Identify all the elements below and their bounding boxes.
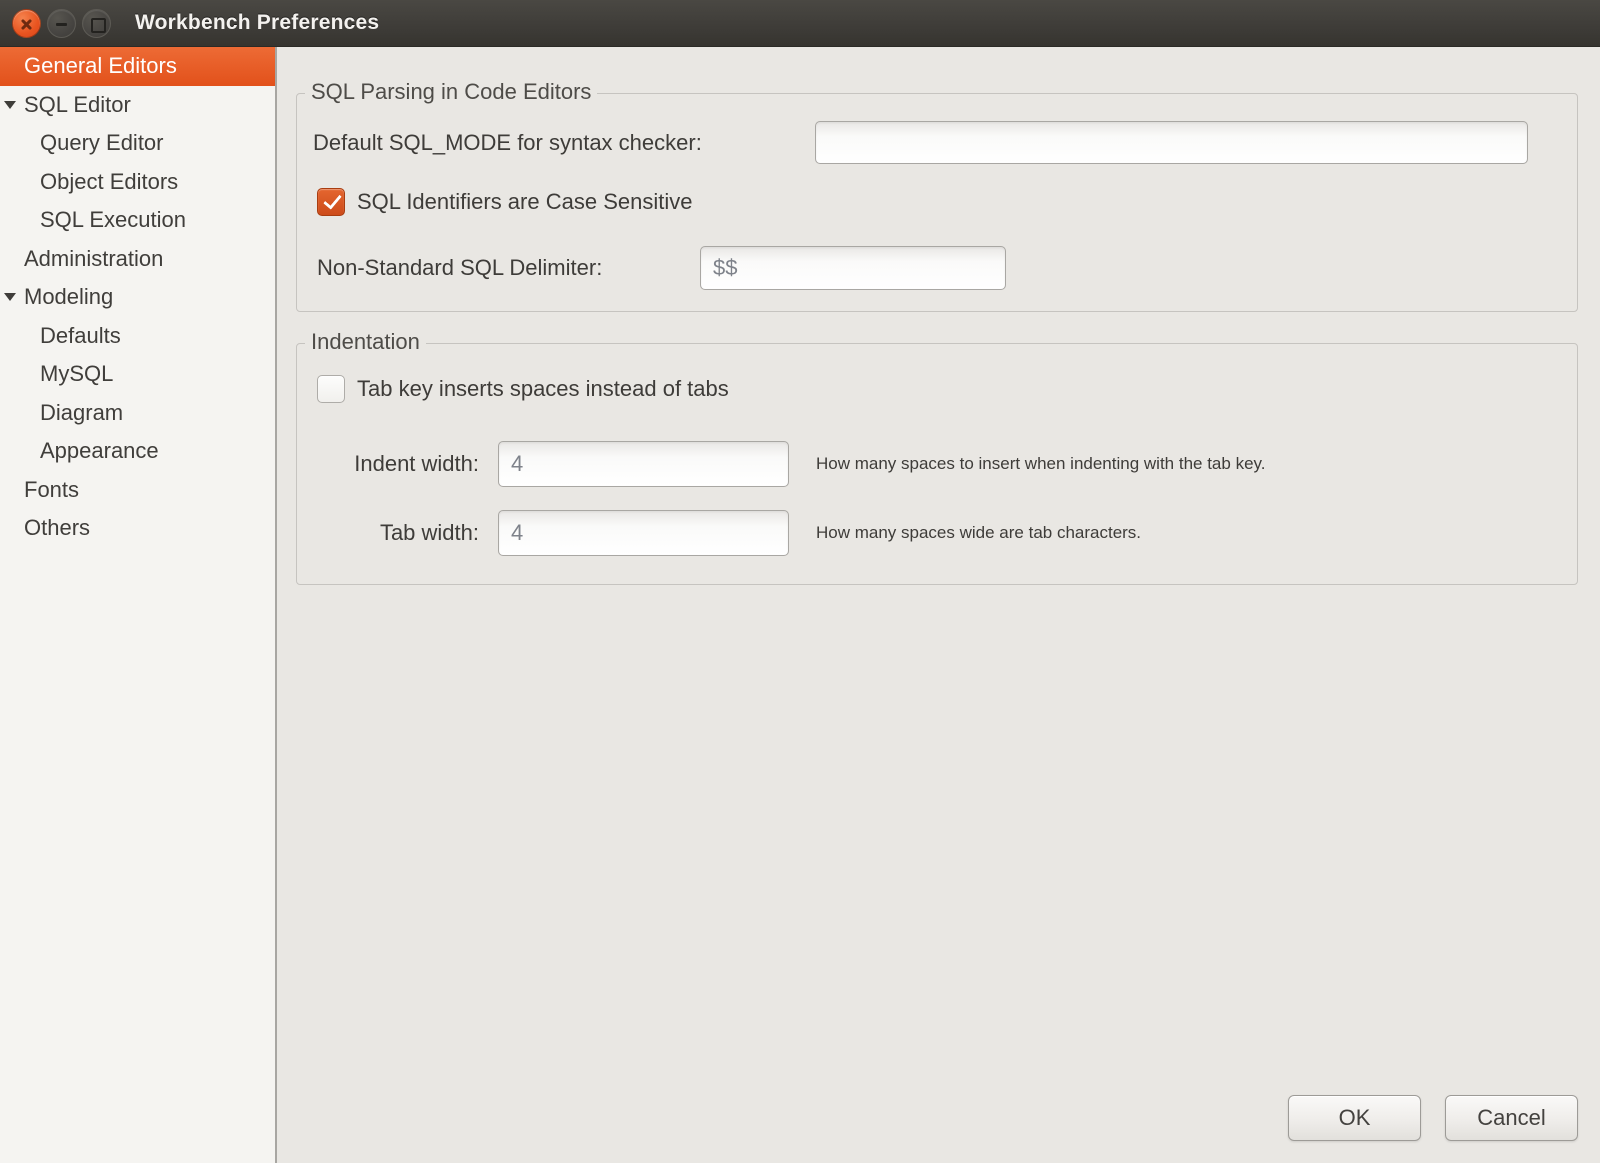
sidebar-item-label: SQL Execution xyxy=(40,207,186,233)
ok-button[interactable]: OK xyxy=(1288,1095,1421,1141)
sql-parsing-groupbox: SQL Parsing in Code Editors Default SQL_… xyxy=(296,93,1578,312)
indentation-groupbox: Indentation Tab key inserts spaces inste… xyxy=(296,343,1578,585)
close-icon[interactable] xyxy=(12,9,41,38)
delimiter-input[interactable] xyxy=(700,246,1006,290)
minimize-icon[interactable] xyxy=(47,9,76,38)
case-sensitive-label: SQL Identifiers are Case Sensitive xyxy=(357,188,692,216)
sidebar-item-label: Defaults xyxy=(40,323,121,349)
sidebar-item-label: Modeling xyxy=(24,284,113,310)
sidebar-item-appearance[interactable]: Appearance xyxy=(0,432,275,471)
sidebar-item-sql-execution[interactable]: SQL Execution xyxy=(0,201,275,240)
sql-mode-input[interactable] xyxy=(815,121,1528,164)
indent-width-input[interactable] xyxy=(498,441,789,487)
sidebar-item-fonts[interactable]: Fonts xyxy=(0,471,275,510)
preferences-sidebar: General Editors SQL Editor Query Editor … xyxy=(0,47,277,1163)
sidebar-item-label: Object Editors xyxy=(40,169,178,195)
sidebar-item-label: MySQL xyxy=(40,361,113,387)
sidebar-item-modeling[interactable]: Modeling xyxy=(0,278,275,317)
sidebar-item-object-editors[interactable]: Object Editors xyxy=(0,163,275,202)
sidebar-item-label: Fonts xyxy=(24,477,79,503)
case-sensitive-checkbox[interactable] xyxy=(317,188,345,216)
sidebar-item-label: SQL Editor xyxy=(24,92,131,118)
sql-mode-label: Default SQL_MODE for syntax checker: xyxy=(313,121,702,164)
tab-spaces-label: Tab key inserts spaces instead of tabs xyxy=(357,375,729,403)
sidebar-item-label: Others xyxy=(24,515,90,541)
sidebar-item-general-editors[interactable]: General Editors xyxy=(0,47,275,86)
cancel-button[interactable]: Cancel xyxy=(1445,1095,1578,1141)
sidebar-item-label: Administration xyxy=(24,246,163,272)
sidebar-item-label: Query Editor xyxy=(40,130,164,156)
tab-width-input[interactable] xyxy=(498,510,789,556)
sidebar-item-defaults[interactable]: Defaults xyxy=(0,317,275,356)
sidebar-item-sql-editor[interactable]: SQL Editor xyxy=(0,86,275,125)
indentation-legend: Indentation xyxy=(305,329,426,355)
sidebar-item-others[interactable]: Others xyxy=(0,509,275,548)
indent-width-help: How many spaces to insert when indenting… xyxy=(816,441,1265,487)
sidebar-item-label: Diagram xyxy=(40,400,123,426)
sidebar-item-label: General Editors xyxy=(24,53,177,79)
indent-width-label: Indent width: xyxy=(313,441,479,487)
sidebar-item-administration[interactable]: Administration xyxy=(0,240,275,279)
window-title: Workbench Preferences xyxy=(135,11,379,35)
tab-width-help: How many spaces wide are tab characters. xyxy=(816,510,1141,556)
tab-width-label: Tab width: xyxy=(313,510,479,556)
titlebar: Workbench Preferences xyxy=(0,0,1600,47)
tab-spaces-checkbox[interactable] xyxy=(317,375,345,403)
maximize-icon[interactable] xyxy=(82,9,111,38)
sql-parsing-legend: SQL Parsing in Code Editors xyxy=(305,79,597,105)
sidebar-item-query-editor[interactable]: Query Editor xyxy=(0,124,275,163)
delimiter-label: Non-Standard SQL Delimiter: xyxy=(317,246,602,290)
sidebar-item-mysql[interactable]: MySQL xyxy=(0,355,275,394)
sidebar-item-label: Appearance xyxy=(40,438,159,464)
expander-icon[interactable] xyxy=(4,101,16,109)
sidebar-item-diagram[interactable]: Diagram xyxy=(0,394,275,433)
expander-icon[interactable] xyxy=(4,293,16,301)
